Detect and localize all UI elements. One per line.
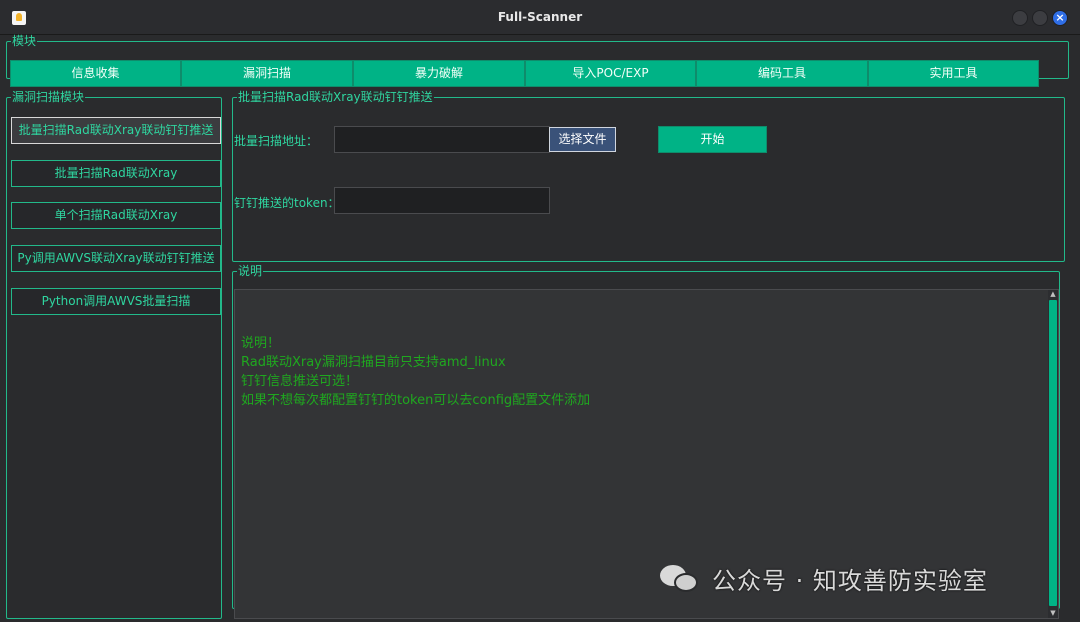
main-window: 模块 信息收集 漏洞扫描 暴力破解 导入POC/EXP 编码工具 实用工具 漏洞…	[0, 35, 1080, 622]
description-scrollbar[interactable]: ▲ ▼	[1048, 290, 1058, 618]
module-encoding-tools-button[interactable]: 编码工具	[696, 60, 868, 87]
sidebar-item-single-rad-xray[interactable]: 单个扫描Rad联动Xray	[11, 202, 221, 229]
module-utility-tools-button[interactable]: 实用工具	[868, 60, 1039, 87]
scroll-down-icon[interactable]: ▼	[1048, 609, 1058, 618]
module-brute-force-button[interactable]: 暴力破解	[353, 60, 525, 87]
scrollbar-thumb[interactable]	[1049, 300, 1057, 606]
start-button[interactable]: 开始	[658, 126, 767, 153]
module-group-legend: 模块	[12, 34, 37, 48]
description-text: 说明！ Rad联动Xray漏洞扫描目前只支持amd_linux 钉钉信息推送可选…	[241, 334, 590, 410]
sidebar-item-batch-rad-xray[interactable]: 批量扫描Rad联动Xray	[11, 160, 221, 187]
description-group: 说明 说明！ Rad联动Xray漏洞扫描目前只支持amd_linux 钉钉信息推…	[232, 264, 1060, 619]
description-line: 如果不想每次都配置钉钉的token可以去config配置文件添加	[241, 393, 591, 408]
window-title: Full-Scanner	[497, 10, 583, 24]
sidebar-item-py-awvs-xray-dingtalk[interactable]: Py调用AWVS联动Xray联动钉钉推送	[11, 245, 221, 272]
watermark: 公众号 · 知攻善防实验室	[660, 563, 988, 595]
close-button[interactable]: ×	[1052, 10, 1068, 26]
description-legend: 说明	[238, 264, 263, 278]
description-line: 钉钉信息推送可选！	[241, 374, 359, 389]
module-vuln-scan-button[interactable]: 漏洞扫描	[181, 60, 353, 87]
maximize-button[interactable]	[1032, 10, 1048, 26]
description-line: Rad联动Xray漏洞扫描目前只支持amd_linux	[241, 355, 506, 370]
minimize-button[interactable]	[1012, 10, 1028, 26]
vuln-scan-module-group: 漏洞扫描模块 批量扫描Rad联动Xray联动钉钉推送 批量扫描Rad联动Xray…	[6, 91, 222, 619]
token-label: 钉钉推送的token：	[234, 196, 340, 210]
title-bar: Full-Scanner ×	[0, 0, 1080, 35]
scan-form-group: 批量扫描Rad联动Xray联动钉钉推送 批量扫描地址： 选择文件 开始 钉钉推送…	[232, 91, 1065, 262]
description-line: 说明！	[241, 336, 281, 351]
sidebar-item-batch-rad-xray-dingtalk[interactable]: 批量扫描Rad联动Xray联动钉钉推送	[11, 117, 221, 144]
scan-address-input[interactable]	[334, 126, 550, 153]
watermark-text: 公众号 · 知攻善防实验室	[712, 566, 988, 595]
sidebar-item-python-awvs-batch[interactable]: Python调用AWVS批量扫描	[11, 288, 221, 315]
token-input[interactable]	[334, 187, 550, 214]
scan-address-label: 批量扫描地址：	[234, 134, 319, 148]
module-import-poc-button[interactable]: 导入POC/EXP	[525, 60, 696, 87]
module-info-gathering-button[interactable]: 信息收集	[10, 60, 181, 87]
module-group: 模块 信息收集 漏洞扫描 暴力破解 导入POC/EXP 编码工具 实用工具	[6, 34, 1069, 87]
scroll-up-icon[interactable]: ▲	[1048, 290, 1058, 299]
scan-form-legend: 批量扫描Rad联动Xray联动钉钉推送	[238, 90, 433, 104]
vuln-scan-module-legend: 漏洞扫描模块	[12, 90, 85, 104]
wechat-icon	[660, 563, 700, 593]
close-icon: ×	[1055, 11, 1065, 24]
choose-file-button[interactable]: 选择文件	[549, 127, 616, 152]
